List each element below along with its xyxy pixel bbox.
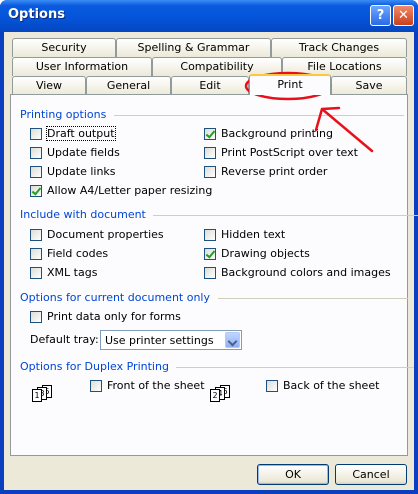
annotation-arrow [314, 106, 374, 153]
options-dialog: Options ? ✕ Security Spelling & Grammar … [0, 0, 418, 494]
tab-print[interactable]: Print [249, 74, 331, 95]
red-annotation [244, 71, 374, 153]
